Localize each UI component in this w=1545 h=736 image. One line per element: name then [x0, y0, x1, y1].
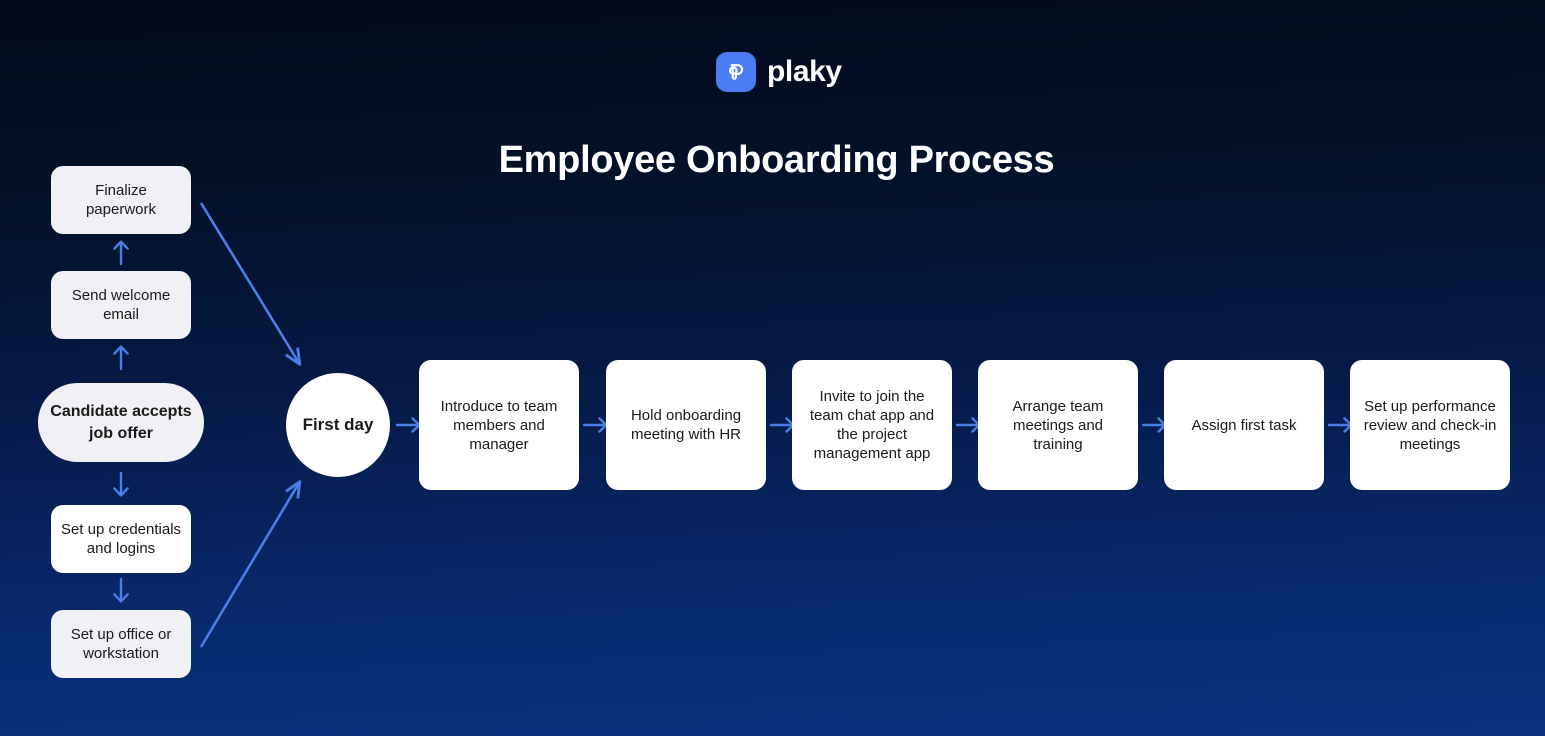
node-arrange-team-meetings[interactable]: Arrange team meetings and training	[978, 360, 1138, 490]
node-label: Assign first task	[1191, 416, 1297, 434]
connector-prestep-to-firstday	[199, 202, 299, 363]
node-label: Finalize paperwork	[85, 182, 157, 218]
arrow-up-to-send-welcome-email	[108, 342, 134, 372]
node-set-up-credentials-and-logins[interactable]: Set up credentials and logins	[51, 505, 191, 573]
flowchart-canvas: plaky Employee Onboarding Process Finali…	[0, 0, 1545, 736]
node-set-up-office-or-workstation[interactable]: Set up office or workstation	[51, 610, 191, 678]
node-candidate-accepts-job-offer[interactable]: Candidate accepts job offer	[38, 383, 204, 462]
node-label: Hold onboarding meeting with HR	[630, 407, 742, 443]
node-label: Candidate accepts job offer	[50, 402, 192, 442]
node-label: Set up credentials and logins	[60, 521, 182, 557]
node-label: Invite to join the team chat app and the…	[809, 388, 935, 462]
node-label: Send welcome email	[71, 287, 171, 323]
node-send-welcome-email[interactable]: Send welcome email	[51, 271, 191, 339]
connector-poststep-to-firstday	[199, 483, 299, 648]
node-label: Set up office or workstation	[70, 626, 172, 662]
arrow-down-to-office-workstation	[108, 576, 134, 606]
arrow-up-to-finalize-paperwork	[108, 237, 134, 267]
node-invite-to-apps[interactable]: Invite to join the team chat app and the…	[792, 360, 952, 490]
brand-logo: plaky	[716, 52, 842, 92]
brand-name: plaky	[767, 55, 842, 88]
node-hold-onboarding-meeting[interactable]: Hold onboarding meeting with HR	[606, 360, 766, 490]
node-assign-first-task[interactable]: Assign first task	[1164, 360, 1324, 490]
node-set-up-performance-review[interactable]: Set up performance review and check-in m…	[1350, 360, 1510, 490]
arrow-down-to-credentials	[108, 470, 134, 500]
plaky-logo-icon	[716, 52, 756, 92]
node-label: Introduce to team members and manager	[440, 397, 558, 453]
node-first-day[interactable]: First day	[286, 373, 390, 477]
node-label: Arrange team meetings and training	[1012, 397, 1104, 453]
node-introduce-to-team[interactable]: Introduce to team members and manager	[419, 360, 579, 490]
node-label: First day	[302, 415, 374, 434]
node-label: Set up performance review and check-in m…	[1363, 397, 1497, 453]
page-title: Employee Onboarding Process	[498, 139, 1055, 181]
node-finalize-paperwork[interactable]: Finalize paperwork	[51, 166, 191, 234]
